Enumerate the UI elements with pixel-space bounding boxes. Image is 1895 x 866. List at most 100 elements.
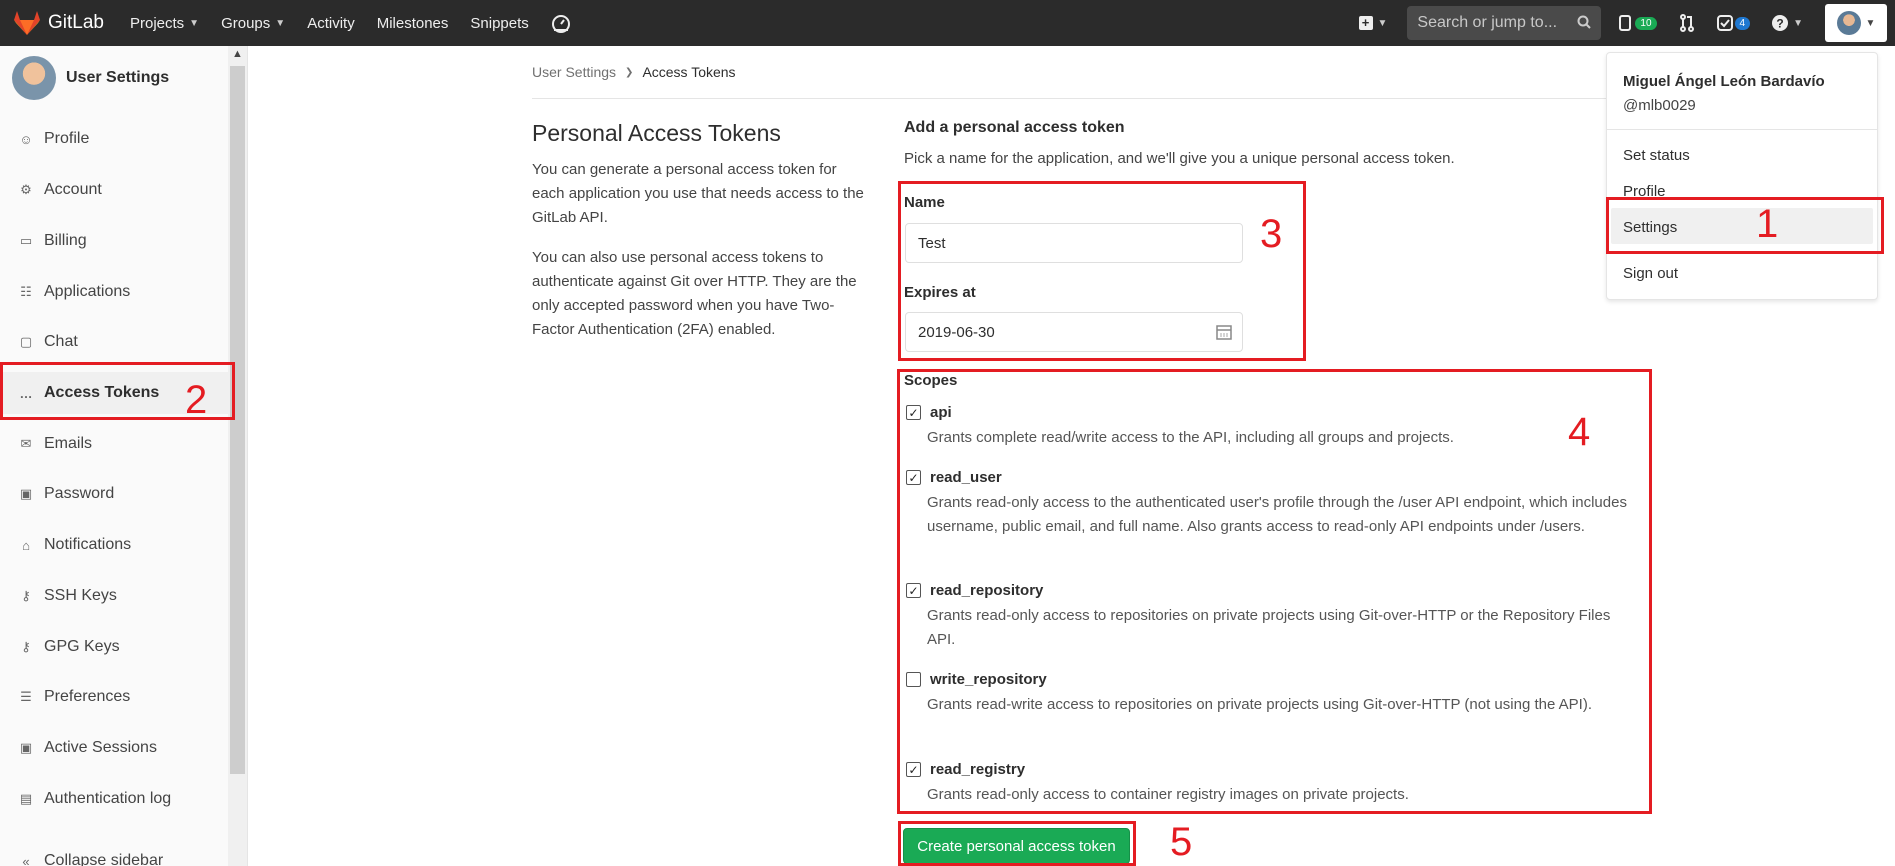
key-icon: ⚷	[21, 588, 31, 603]
annotation-number-1: 1	[1756, 202, 1779, 246]
sidebar-item-label: SSH Keys	[44, 587, 117, 604]
annotation-number-3: 3	[1260, 212, 1283, 256]
nav-link-label: Groups	[221, 14, 271, 32]
sidebar-item-label: Emails	[44, 435, 93, 452]
user-avatar	[1836, 11, 1861, 35]
nav-link-activity[interactable]: Activity	[307, 15, 355, 32]
search-icon	[1577, 15, 1592, 29]
annotation-box-name-expiry	[898, 181, 1306, 361]
user-dropdown-menu: Miguel Ángel León Bardavío @mlb0029 Set …	[1606, 52, 1878, 300]
sidebar-item-label: Preferences	[44, 688, 131, 705]
sidebar-item-billing[interactable]: ▭ Billing	[0, 220, 229, 262]
brand-name: GitLab	[48, 12, 104, 33]
nav-link-label: Projects	[129, 14, 185, 32]
sidebar-scrollbar[interactable]: ▲	[228, 46, 247, 866]
sidebar-item-password[interactable]: ▣ Password	[0, 473, 229, 515]
form-subtitle: Pick a name for the application, and we'…	[904, 150, 1455, 167]
sidebar-item-chat[interactable]: ▢ Chat	[0, 321, 229, 363]
issues-icon	[1619, 15, 1632, 31]
issues-button[interactable]: 10	[1619, 15, 1657, 31]
chevron-down-icon: ▼	[1865, 17, 1876, 29]
new-item-dropdown[interactable]: + ▼	[1358, 16, 1388, 30]
monitor-icon: ▣	[19, 740, 33, 755]
user-menu-button[interactable]: ▼	[1825, 4, 1887, 42]
user-circle-icon: ☺	[19, 131, 33, 147]
settings-sidebar: User Settings ☺ Profile ⚙ Account ▭ Billing ☷ A…	[0, 46, 248, 866]
chevron-down-icon: ▼	[1377, 17, 1388, 29]
sidebar-item-label: Account	[44, 181, 102, 198]
sidebar-item-label: GPG Keys	[44, 638, 120, 655]
performance-dashboard-icon[interactable]	[551, 13, 571, 33]
sidebar-item-applications[interactable]: ☷ Applications	[0, 271, 229, 313]
sidebar-item-active-sessions[interactable]: ▣ Active Sessions	[0, 727, 229, 769]
sidebar-item-label: Applications	[44, 283, 131, 300]
nav-link-snippets[interactable]: Snippets	[470, 15, 528, 32]
sidebar-item-label: Authentication log	[44, 790, 172, 807]
nav-link-label: Milestones	[376, 14, 449, 32]
form-title: Add a personal access token	[904, 119, 1125, 136]
sidebar-title: User Settings	[66, 69, 170, 86]
list-icon: ▤	[19, 791, 33, 806]
sidebar-item-preferences[interactable]: ☰ Preferences	[0, 676, 229, 718]
breadcrumb-current: Access Tokens	[642, 64, 736, 80]
sidebar-item-label: Password	[44, 485, 115, 502]
nav-link-groups[interactable]: Groups ▼	[221, 15, 285, 32]
issues-count-badge: 10	[1635, 16, 1657, 30]
sidebar-item-gpg-keys[interactable]: ⚷ GPG Keys	[0, 626, 229, 668]
sidebar-item-label: Profile	[44, 130, 90, 147]
help-dropdown[interactable]: ? ▼	[1772, 15, 1803, 31]
annotation-box-settings	[1606, 197, 1884, 254]
page-title: Personal Access Tokens	[532, 120, 781, 146]
sidebar-item-account[interactable]: ⚙ Account	[0, 169, 229, 211]
merge-request-icon	[1679, 14, 1694, 32]
sidebar-header[interactable]: User Settings	[12, 56, 169, 100]
gpg-key-icon: ⚷	[21, 639, 31, 654]
breadcrumb-parent-link[interactable]: User Settings	[532, 64, 616, 80]
dropdown-user-name: Miguel Ángel León Bardavío	[1623, 73, 1825, 90]
dropdown-item-sign-out[interactable]: Sign out	[1623, 265, 1678, 282]
merge-requests-button[interactable]	[1679, 14, 1695, 32]
gitlab-logo-link[interactable]: GitLab	[14, 11, 104, 35]
chevron-down-icon: ▼	[189, 17, 200, 29]
nav-link-milestones[interactable]: Milestones	[377, 15, 449, 32]
collapse-icon: «	[22, 853, 30, 866]
sidebar-item-label: Billing	[44, 232, 87, 249]
scrollbar-thumb[interactable]	[230, 66, 245, 774]
annotation-number-4: 4	[1568, 410, 1591, 454]
sidebar-item-notifications[interactable]: ⌂ Notifications	[0, 524, 229, 566]
chevron-right-icon: ❯	[625, 66, 634, 78]
search-placeholder: Search or jump to...	[1417, 14, 1558, 31]
chevron-down-icon: ▼	[1793, 17, 1803, 29]
lock-icon: ▣	[19, 486, 33, 501]
nav-link-projects[interactable]: Projects ▼	[130, 15, 199, 32]
search-input[interactable]: Search or jump to...	[1407, 6, 1602, 40]
annotation-box-create-button	[898, 821, 1136, 866]
top-navbar: GitLab Projects ▼ Groups ▼ Activity Milestone…	[0, 0, 1895, 46]
credit-card-icon: ▭	[19, 233, 33, 248]
sliders-icon: ☰	[20, 689, 32, 704]
dropdown-item-set-status[interactable]: Set status	[1623, 147, 1690, 164]
sidebar-item-authentication-log[interactable]: ▤ Authentication log	[0, 778, 229, 820]
dropdown-user-handle: @mlb0029	[1623, 97, 1696, 114]
todos-button[interactable]: 4	[1716, 15, 1751, 31]
sidebar-item-label: Collapse sidebar	[44, 852, 164, 866]
sidebar-item-emails[interactable]: ✉ Emails	[0, 423, 229, 465]
sidebar-item-profile[interactable]: ☺ Profile	[0, 118, 229, 160]
main-nav: Projects ▼ Groups ▼ Activity Milestones Snippe…	[130, 15, 551, 32]
account-icon: ⚙	[20, 182, 32, 197]
header-divider	[532, 98, 1782, 99]
question-circle-icon: ?	[1772, 15, 1789, 31]
sidebar-item-ssh-keys[interactable]: ⚷ SSH Keys	[0, 575, 229, 617]
comment-icon: ▢	[19, 334, 33, 349]
intro-paragraph-2: You can also use personal access tokens …	[532, 249, 857, 338]
breadcrumb: User Settings ❯ Access Tokens	[532, 64, 736, 80]
nav-link-label: Snippets	[470, 14, 529, 32]
gitlab-tanuki-icon	[14, 11, 40, 35]
sidebar-item-collapse-sidebar[interactable]: « Collapse sidebar	[0, 840, 229, 866]
todos-count-badge: 4	[1734, 16, 1751, 30]
svg-text:?: ?	[1776, 17, 1783, 31]
apps-grid-icon: ☷	[20, 284, 32, 299]
todo-check-icon	[1716, 15, 1733, 31]
nav-link-label: Activity	[307, 14, 355, 32]
scroll-up-arrow-icon[interactable]: ▲	[232, 48, 243, 60]
